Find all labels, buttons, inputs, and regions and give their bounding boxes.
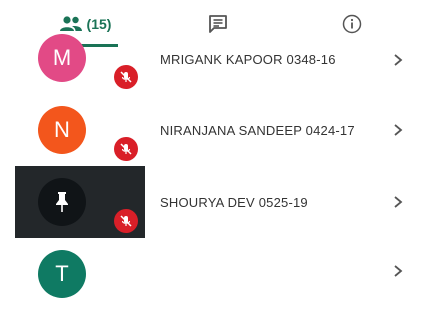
participant-name: MRIGANK KAPOOR 0348-16 <box>160 52 336 67</box>
pin-icon <box>56 192 68 212</box>
participant-name: NIRANJANA SANDEEP 0424-17 <box>160 123 355 138</box>
mic-off-icon <box>114 137 138 161</box>
avatar <box>38 178 86 226</box>
chevron-right-icon[interactable] <box>393 264 403 278</box>
avatar: N <box>38 106 86 154</box>
participant-row[interactable]: T <box>0 238 430 310</box>
avatar-initial: M <box>52 45 72 70</box>
mic-off-icon <box>114 209 138 233</box>
avatar-initial: T <box>55 261 69 286</box>
chevron-right-icon[interactable] <box>393 195 403 209</box>
mic-off-icon <box>114 65 138 89</box>
avatar: T <box>38 250 86 298</box>
avatar-initial: N <box>54 117 70 142</box>
participant-row[interactable]: M MRIGANK KAPOOR 0348-16 <box>0 22 430 94</box>
participant-row[interactable]: SHOURYA DEV 0525-19 <box>0 166 430 238</box>
participant-name: SHOURYA DEV 0525-19 <box>160 195 308 210</box>
avatar: M <box>38 34 86 82</box>
chevron-right-icon[interactable] <box>393 53 403 67</box>
chevron-right-icon[interactable] <box>393 123 403 137</box>
participant-row[interactable]: N NIRANJANA SANDEEP 0424-17 <box>0 94 430 166</box>
